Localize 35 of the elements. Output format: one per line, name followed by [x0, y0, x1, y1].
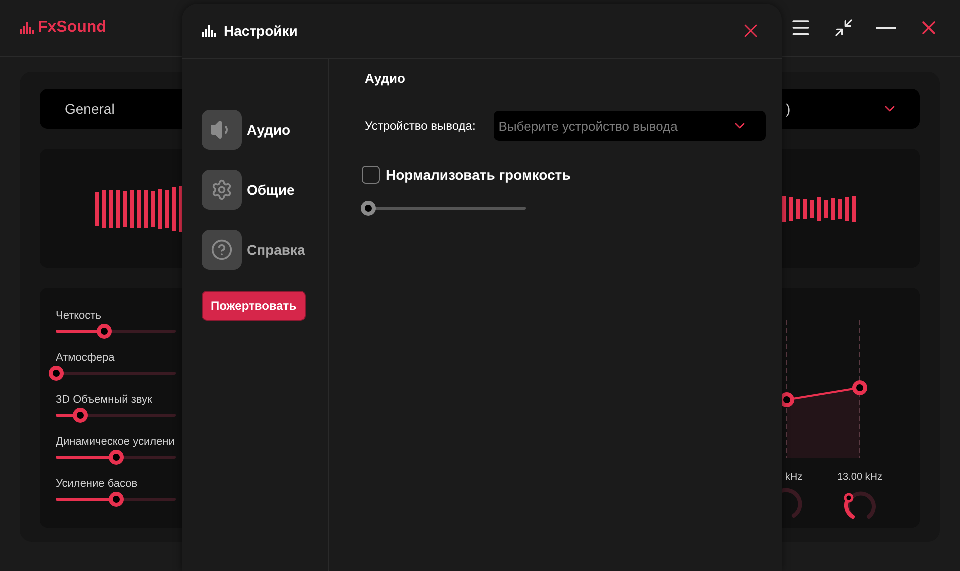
slider-thumb[interactable]: [109, 450, 124, 465]
slider-thumb[interactable]: [49, 366, 64, 381]
frequency-label: 13.00 kHz: [837, 472, 883, 483]
slider-thumb[interactable]: [109, 492, 124, 507]
gear-icon: [211, 179, 233, 201]
donate-button[interactable]: Пожертвовать: [202, 291, 306, 321]
help-icon: [211, 239, 233, 261]
output-name: ): [786, 101, 791, 117]
preset-dropdown[interactable]: General: [40, 89, 182, 129]
effect-label: 3D Объемный звук: [56, 394, 154, 406]
normalize-label: Нормализовать громкость: [386, 167, 571, 183]
effect-label: Усиление басов: [56, 478, 139, 490]
nav-item[interactable]: Аудио: [202, 110, 328, 150]
frequency-label: kHz: [785, 472, 803, 483]
compress-button[interactable]: [834, 18, 854, 38]
nav-item[interactable]: Справка: [202, 230, 328, 270]
section-heading: Аудио: [365, 71, 406, 86]
logo-icon: [202, 25, 218, 37]
device-select[interactable]: Выберите устройство вывода: [494, 111, 766, 141]
app-logo: FxSound: [38, 19, 106, 37]
preset-name: General: [65, 101, 115, 117]
effect-label: Атмосфера: [56, 352, 116, 364]
output-dropdown[interactable]: ): [782, 89, 920, 129]
effect-label: Четкость: [56, 310, 102, 322]
dialog-title: Настройки: [224, 23, 298, 39]
normalize-checkbox[interactable]: [362, 166, 380, 184]
device-label: Устройство вывода:: [365, 119, 476, 133]
logo-icon: [20, 22, 34, 34]
slider-thumb[interactable]: [361, 201, 376, 216]
nav-item[interactable]: Общие: [202, 170, 328, 210]
compress-icon: [834, 18, 854, 38]
slider-thumb[interactable]: [73, 408, 88, 423]
minimize-icon: [876, 27, 896, 29]
effect-label: Динамическое усилени: [56, 436, 176, 448]
slider-thumb[interactable]: [97, 324, 112, 339]
